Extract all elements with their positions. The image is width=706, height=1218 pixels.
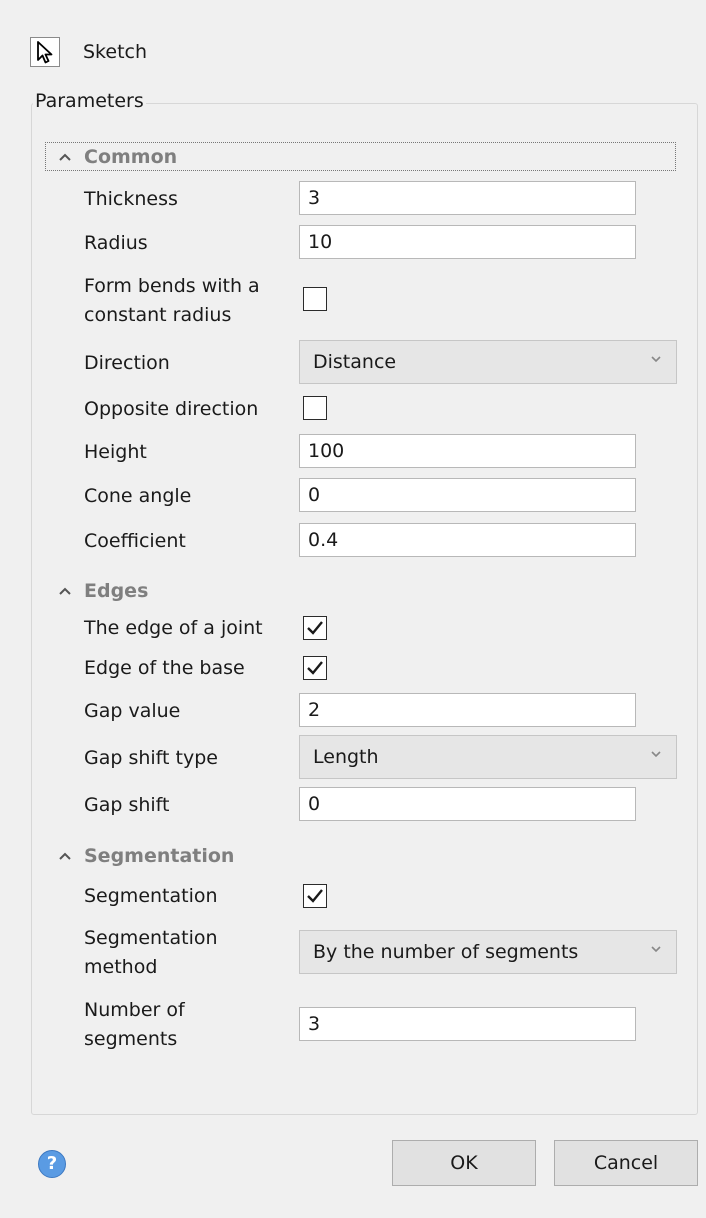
- height-label: Height: [84, 441, 147, 463]
- segmentation-label: Segmentation: [84, 885, 218, 907]
- chevron-down-icon: [651, 356, 661, 363]
- gap-shift-field[interactable]: 0: [299, 787, 636, 821]
- edge-joint-checkbox[interactable]: [303, 616, 327, 640]
- cancel-button[interactable]: Cancel: [554, 1140, 698, 1186]
- opposite-direction-label: Opposite direction: [84, 398, 259, 420]
- opposite-direction-checkbox[interactable]: [303, 396, 327, 420]
- segmentation-method-label: Segmentation method: [84, 927, 218, 978]
- edge-joint-label: The edge of a joint: [84, 617, 263, 639]
- height-field[interactable]: 100: [299, 434, 636, 468]
- edge-base-label: Edge of the base: [84, 657, 245, 679]
- segmentation-checkbox[interactable]: [303, 884, 327, 908]
- checkmark-icon: [307, 621, 323, 635]
- checkmark-icon: [307, 661, 323, 675]
- thickness-label: Thickness: [84, 188, 178, 210]
- cone-angle-field[interactable]: 0: [299, 478, 636, 512]
- sketch-select-button[interactable]: [30, 37, 60, 67]
- chevron-up-icon: [59, 852, 71, 860]
- sketch-label: Sketch: [83, 41, 148, 63]
- direction-dropdown[interactable]: Distance: [299, 340, 677, 384]
- radius-field[interactable]: 10: [299, 225, 636, 259]
- gap-shift-type-label: Gap shift type: [84, 747, 218, 769]
- ok-button[interactable]: OK: [392, 1140, 536, 1186]
- gap-shift-type-dropdown[interactable]: Length: [299, 735, 677, 779]
- chevron-down-icon: [651, 946, 661, 953]
- radius-label: Radius: [84, 232, 148, 254]
- form-bends-label: Form bends with a constant radius: [84, 275, 260, 326]
- section-title-segmentation: Segmentation: [84, 845, 235, 867]
- coefficient-field[interactable]: 0.4: [299, 523, 636, 557]
- help-icon[interactable]: ?: [38, 1150, 66, 1178]
- number-of-segments-label: Number of segments: [84, 999, 185, 1050]
- parameters-title: Parameters: [33, 90, 146, 112]
- gap-value-field[interactable]: 2: [299, 693, 636, 727]
- gap-value-label: Gap value: [84, 700, 181, 722]
- cursor-arrow-icon: [37, 41, 53, 64]
- section-title-edges: Edges: [84, 580, 149, 602]
- segmentation-method-dropdown[interactable]: By the number of segments: [299, 930, 677, 974]
- form-bends-checkbox[interactable]: [303, 287, 327, 311]
- chevron-up-icon: [59, 587, 71, 595]
- edge-base-checkbox[interactable]: [303, 656, 327, 680]
- chevron-up-icon: [59, 153, 71, 161]
- section-title-common: Common: [84, 146, 178, 168]
- cone-angle-label: Cone angle: [84, 485, 192, 507]
- gap-shift-label: Gap shift: [84, 794, 170, 816]
- thickness-field[interactable]: 3: [299, 181, 636, 215]
- chevron-down-icon: [651, 751, 661, 758]
- coefficient-label: Coefficient: [84, 530, 186, 552]
- number-of-segments-field[interactable]: 3: [299, 1007, 636, 1041]
- checkmark-icon: [307, 889, 323, 903]
- direction-label: Direction: [84, 352, 170, 374]
